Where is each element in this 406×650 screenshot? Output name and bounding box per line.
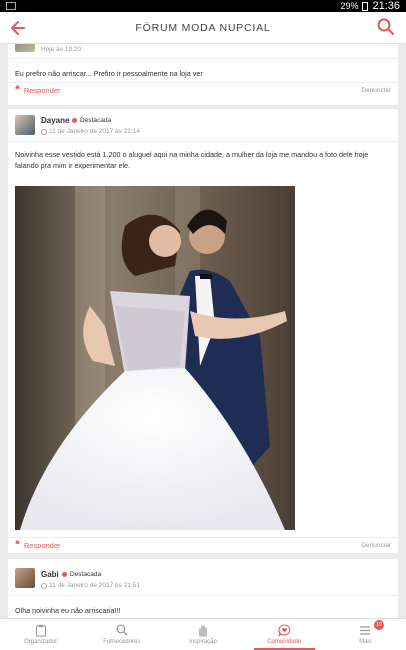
battery-icon [362,1,369,11]
hand-icon [199,625,207,637]
search-icon [116,624,128,636]
avatar [15,115,35,135]
nav-item-fornecedores[interactable]: Fornecedores [81,619,162,650]
nav-item-inspiracao[interactable]: Inspiração [162,619,243,650]
post-text: Noivinha esse vestido está 1.200 o alugu… [15,150,369,170]
quote-icon: ❝ [15,540,20,550]
report-link[interactable]: Denunciar [361,87,391,94]
status-bar: 29% 21:36 [0,0,406,12]
app-bar: FÓRUM MODA NUPCIAL [0,12,406,44]
post-photo[interactable] [15,186,295,530]
post-text: Eu prefiro não arriscar... Prefiro ir pe… [15,69,203,78]
clock-icon [41,128,47,135]
clock-time: 21:36 [372,0,400,12]
status-badge: Destacada [62,571,101,578]
clipboard-icon [35,624,46,637]
post-date: 11 de Janeiro de 2017 às 22:14 [41,128,140,135]
badge-dot-icon [62,572,67,577]
nav-item-comunidade[interactable]: Comunidade [244,619,325,650]
chat-heart-icon [278,624,290,637]
post-card: Hoje às 19:20 Eu prefiro não arriscar...… [8,44,398,105]
user-name[interactable]: Dayane [41,116,69,125]
reply-button[interactable]: ❝ Responder [15,540,61,550]
notification-badge: 10 [374,620,385,630]
user-name[interactable]: Gabi [41,570,59,579]
nav-item-mais[interactable]: Mais 10 [325,619,406,650]
avatar [15,568,35,588]
bottom-nav: Organizador Fornecedores Inspiração Comu… [0,618,406,650]
status-badge: Destacada [72,117,111,124]
thread-content[interactable]: Hoje às 19:20 Eu prefiro não arriscar...… [0,44,406,618]
badge-dot-icon [72,118,77,123]
search-icon[interactable] [376,17,396,37]
page-title: FÓRUM MODA NUPCIAL [135,21,271,34]
avatar [15,44,35,52]
report-link[interactable]: Denunciar [361,542,391,549]
clock-icon [41,582,47,589]
post-card: Gabi Destacada 11 de Janeiro de 2017 às … [8,559,398,618]
post-time: Hoje às 19:20 [41,46,82,53]
menu-icon [360,626,371,635]
nav-item-organizador[interactable]: Organizador [0,619,81,650]
reply-button[interactable]: ❝ Responder [15,85,61,95]
post-card: Dayane Destacada 11 de Janeiro de 2017 à… [8,109,398,553]
quote-icon: ❝ [15,85,20,95]
post-date: 11 de Janeiro de 2017 às 21:51 [41,582,140,589]
back-arrow-icon[interactable] [8,18,28,38]
wedding-photo-image [15,186,295,530]
battery-percent: 29% [340,1,359,11]
post-text: Olha noivinha eu não arriscaria!!! [15,606,121,615]
screenshot-icon [6,2,16,10]
